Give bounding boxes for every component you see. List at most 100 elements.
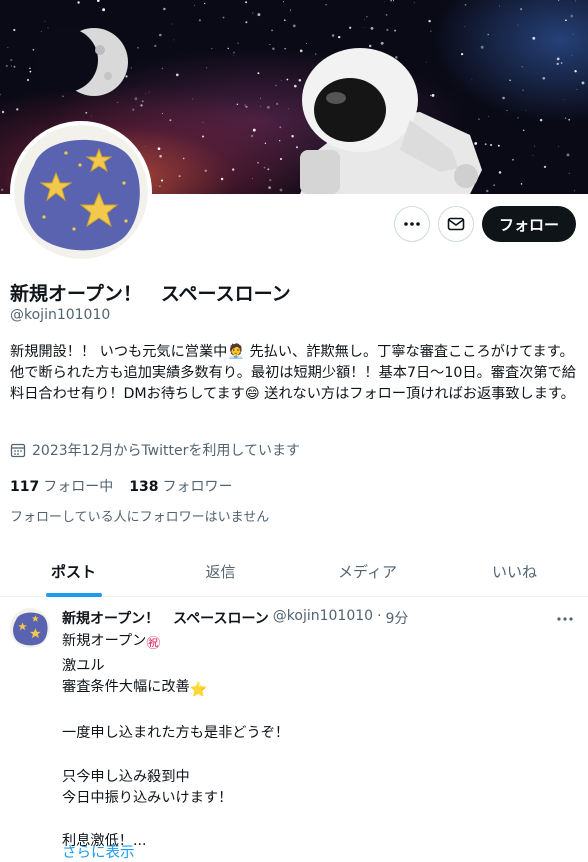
star-dot xyxy=(222,16,225,19)
star-dot xyxy=(154,44,157,48)
star-dot xyxy=(194,4,195,6)
star-dot xyxy=(16,108,19,111)
more-options-button[interactable] xyxy=(394,206,430,242)
star-dot xyxy=(390,0,392,2)
envelope-icon xyxy=(447,217,465,231)
star-dot xyxy=(517,24,519,26)
astronaut-illustration xyxy=(300,48,482,194)
star-dot xyxy=(1,110,5,114)
star-dot xyxy=(182,157,185,160)
star-dot xyxy=(160,179,164,182)
tweet-text: 新規オープン㊗ 激ユル 審査条件大幅に改善⭐ 一度申し込まれた方も是非どうぞ！ … xyxy=(62,631,572,853)
star-dot xyxy=(62,95,64,98)
star-dot xyxy=(227,47,229,50)
star-dot xyxy=(250,134,254,138)
star-dot xyxy=(499,5,500,7)
star-dot xyxy=(331,34,335,37)
star-dot xyxy=(279,188,283,192)
tab-posts[interactable]: ポスト xyxy=(0,545,147,597)
star-dot xyxy=(161,67,164,70)
star-dot xyxy=(158,33,162,37)
star-dot xyxy=(13,65,16,68)
star-dot xyxy=(125,75,128,78)
tab-media[interactable]: メディア xyxy=(294,545,441,597)
star-dot xyxy=(306,42,308,44)
star-dot xyxy=(260,97,261,99)
tweet-author-avatar[interactable] xyxy=(10,608,50,648)
star-dot xyxy=(575,0,577,2)
star-dot xyxy=(117,101,119,104)
star-dot xyxy=(570,14,574,18)
star-dot xyxy=(252,178,253,180)
star-dot xyxy=(539,118,543,122)
tweet-author-name[interactable]: 新規オープン！ スペースローン xyxy=(62,608,269,628)
star-dot xyxy=(132,108,135,111)
star-dot xyxy=(366,16,368,18)
tab-replies[interactable]: 返信 xyxy=(147,545,294,597)
star-dot xyxy=(11,65,12,67)
star-dot xyxy=(498,171,502,174)
star-dot xyxy=(0,93,1,96)
message-button[interactable] xyxy=(438,206,474,242)
star-dot xyxy=(543,165,547,169)
star-dot xyxy=(7,47,9,49)
star-dot xyxy=(283,1,284,3)
star-dot xyxy=(509,79,511,82)
star-dot xyxy=(263,166,266,169)
star-dot xyxy=(384,1,386,2)
following-link[interactable]: 117 フォロー中 xyxy=(10,476,113,496)
tab-likes[interactable]: いいね xyxy=(441,545,588,597)
star-dot xyxy=(13,28,16,32)
tweet-meta-separator: · xyxy=(377,608,382,624)
star-dot xyxy=(521,66,523,68)
star-dot xyxy=(252,128,256,132)
tweet-timestamp[interactable]: 9分 xyxy=(386,608,409,628)
star-dot xyxy=(260,106,261,107)
star-dot xyxy=(573,190,576,192)
tweet-line-1: 新規オープン xyxy=(62,633,147,649)
star-dot xyxy=(299,49,303,53)
tweet-more-button[interactable] xyxy=(556,610,574,632)
star-dot xyxy=(252,12,254,14)
follow-button[interactable]: フォロー xyxy=(482,206,576,242)
more-horizontal-icon xyxy=(557,617,573,621)
star-dot xyxy=(144,145,146,147)
tweet-line-3: 審査条件大幅に改善 xyxy=(62,679,190,696)
profile-avatar[interactable] xyxy=(10,121,152,263)
profile-handle: @kojin101010 xyxy=(10,307,111,323)
star-dot xyxy=(497,144,500,147)
star-dot xyxy=(560,62,563,64)
star-dot xyxy=(349,26,352,29)
profile-tabs: ポスト 返信 メディア いいね xyxy=(0,545,588,597)
star-dot xyxy=(395,56,398,59)
followers-label: フォロワー xyxy=(162,479,233,495)
star-dot xyxy=(385,14,388,16)
star-dot xyxy=(26,78,30,82)
star-dot xyxy=(269,179,272,182)
star-dot xyxy=(556,62,559,66)
star-dot xyxy=(141,100,144,103)
star-dot xyxy=(276,102,279,106)
star-dot xyxy=(137,47,139,49)
tweet-author-handle[interactable]: @kojin101010 xyxy=(273,608,373,628)
tweet[interactable]: 新規オープン！ スペースローン @kojin101010 · 9分 新規オープン… xyxy=(0,598,588,862)
star-dot xyxy=(572,34,574,35)
followers-link[interactable]: 138 フォロワー xyxy=(129,476,232,496)
star-dot xyxy=(204,169,207,172)
star-dot xyxy=(532,154,534,156)
star-dot xyxy=(477,118,480,121)
star-dot xyxy=(5,64,8,68)
star-dot xyxy=(487,33,489,36)
star-dot xyxy=(532,36,536,40)
star-dot xyxy=(430,94,432,97)
star-dot xyxy=(522,129,525,132)
star-dot xyxy=(576,89,578,90)
star-dot xyxy=(98,6,100,8)
star-dot xyxy=(431,93,435,97)
star-dot xyxy=(493,184,495,186)
star-dot xyxy=(272,47,275,51)
show-more-link[interactable]: さらに表示 xyxy=(62,841,135,862)
star-dot xyxy=(232,168,235,171)
star-dot xyxy=(489,143,493,147)
star-dot xyxy=(90,115,92,117)
